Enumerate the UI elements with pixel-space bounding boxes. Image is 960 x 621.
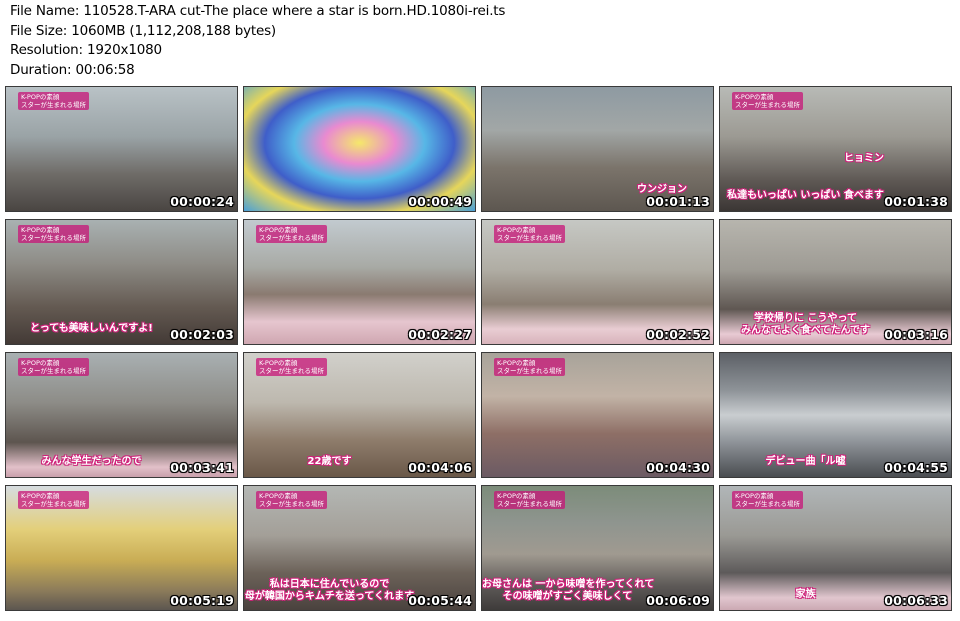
timestamp: 00:02:52 bbox=[646, 327, 710, 342]
name-caption: ウンジョン bbox=[637, 184, 687, 195]
video-thumbnail: K-POPの素顔 スターが生まれる場所とっても美味しいんですよ! 00:02:03 bbox=[5, 219, 238, 345]
program-logo: K-POPの素顔 スターが生まれる場所 bbox=[732, 491, 803, 509]
timestamp: 00:04:06 bbox=[408, 460, 472, 475]
subtitle-caption: みんな学生だったので bbox=[41, 456, 142, 467]
timestamp: 00:06:09 bbox=[646, 593, 710, 608]
duration-line: Duration: 00:06:58 bbox=[10, 61, 135, 78]
timestamp: 00:00:24 bbox=[170, 194, 234, 209]
subtitle-caption: 家族 bbox=[795, 589, 816, 600]
subtitle-caption: デビュー曲「ル嘘 bbox=[765, 456, 846, 467]
program-logo: K-POPの素顔 スターが生まれる場所 bbox=[494, 358, 565, 376]
file-size-line: File Size: 1060MB (1,112,208,188 bytes) bbox=[10, 22, 276, 39]
timestamp: 00:03:41 bbox=[170, 460, 234, 475]
file-info-header: File Name: 110528.T-ARA cut-The place wh… bbox=[10, 2, 710, 80]
timestamp: 00:04:55 bbox=[884, 460, 948, 475]
timestamp: 00:05:19 bbox=[170, 593, 234, 608]
program-logo: K-POPの素顔 スターが生まれる場所 bbox=[18, 225, 89, 243]
program-logo: K-POPの素顔 スターが生まれる場所 bbox=[494, 491, 565, 509]
video-thumbnail: K-POPの素顔 スターが生まれる場所私は日本に住んでいるので 母が韓国からキム… bbox=[243, 485, 476, 611]
timestamp: 00:02:27 bbox=[408, 327, 472, 342]
timestamp: 00:00:49 bbox=[408, 194, 472, 209]
program-logo: K-POPの素顔 スターが生まれる場所 bbox=[256, 225, 327, 243]
name-caption: ヒョミン bbox=[844, 153, 884, 164]
timestamp: 00:01:13 bbox=[646, 194, 710, 209]
video-thumbnail: 00:00:49 bbox=[243, 86, 476, 212]
video-thumbnail: K-POPの素顔 スターが生まれる場所 00:00:24 bbox=[5, 86, 238, 212]
video-thumbnail: K-POPの素顔 スターが生まれる場所 00:02:27 bbox=[243, 219, 476, 345]
subtitle-caption: 22歳です bbox=[307, 456, 352, 467]
timestamp: 00:02:03 bbox=[170, 327, 234, 342]
timestamp: 00:06:33 bbox=[884, 593, 948, 608]
timestamp: 00:01:38 bbox=[884, 194, 948, 209]
video-thumbnail: K-POPの素顔 スターが生まれる場所ヒョミン私達もいっぱい いっぱい 食べます… bbox=[719, 86, 952, 212]
program-logo: K-POPの素顔 スターが生まれる場所 bbox=[18, 491, 89, 509]
subtitle-caption: 私は日本に住んでいるので 母が韓国からキムチを送ってくれます bbox=[244, 579, 415, 602]
program-logo: K-POPの素顔 スターが生まれる場所 bbox=[18, 358, 89, 376]
video-thumbnail: K-POPの素顔 スターが生まれる場所 00:05:19 bbox=[5, 485, 238, 611]
video-thumbnail: 学校帰りに こうやって みんなでよく食べてたんです 00:03:16 bbox=[719, 219, 952, 345]
video-thumbnail: K-POPの素顔 スターが生まれる場所みんな学生だったので 00:03:41 bbox=[5, 352, 238, 478]
thumbnail-grid: K-POPの素顔 スターが生まれる場所 00:00:24 00:00:49 ウンジョン… bbox=[5, 86, 952, 611]
video-thumbnail: K-POPの素顔 スターが生まれる場所家族 00:06:33 bbox=[719, 485, 952, 611]
timestamp: 00:05:44 bbox=[408, 593, 472, 608]
program-logo: K-POPの素顔 スターが生まれる場所 bbox=[256, 491, 327, 509]
program-logo: K-POPの素顔 スターが生まれる場所 bbox=[18, 92, 89, 110]
program-logo: K-POPの素顔 スターが生まれる場所 bbox=[256, 358, 327, 376]
program-logo: K-POPの素顔 スターが生まれる場所 bbox=[494, 225, 565, 243]
video-thumbnail: K-POPの素顔 スターが生まれる場所お母さんは 一から味噌を作ってくれて その… bbox=[481, 485, 714, 611]
timestamp: 00:03:16 bbox=[884, 327, 948, 342]
video-thumbnail: ウンジョン 00:01:13 bbox=[481, 86, 714, 212]
video-thumbnail: K-POPの素顔 スターが生まれる場所 22歳です 00:04:06 bbox=[243, 352, 476, 478]
subtitle-caption: お母さんは 一から味噌を作ってくれて その味噌がすごく美味しくて bbox=[482, 579, 655, 602]
file-name-line: File Name: 110528.T-ARA cut-The place wh… bbox=[10, 3, 506, 19]
program-logo: K-POPの素顔 スターが生まれる場所 bbox=[732, 92, 803, 110]
thumbnail-frame-image bbox=[244, 87, 475, 211]
subtitle-caption: 学校帰りに こうやって みんなでよく食べてたんです bbox=[740, 313, 871, 336]
video-thumbnail: デビュー曲「ル嘘 00:04:55 bbox=[719, 352, 952, 478]
resolution-line: Resolution: 1920x1080 bbox=[10, 42, 162, 58]
video-thumbnail: K-POPの素顔 スターが生まれる場所 00:04:30 bbox=[481, 352, 714, 478]
subtitle-caption: 私達もいっぱい いっぱい 食べます bbox=[727, 190, 884, 201]
video-thumbnail: K-POPの素顔 スターが生まれる場所 00:02:52 bbox=[481, 219, 714, 345]
subtitle-caption: とっても美味しいんですよ! bbox=[30, 323, 153, 334]
timestamp: 00:04:30 bbox=[646, 460, 710, 475]
